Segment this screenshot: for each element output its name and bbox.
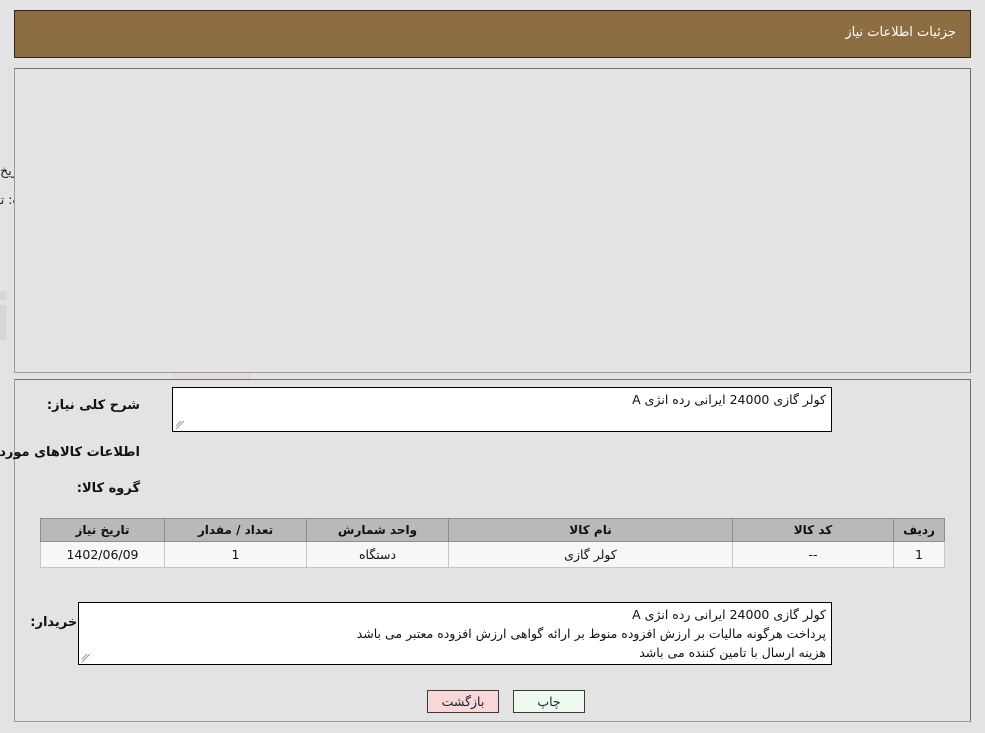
print-button[interactable]: چاپ (513, 690, 585, 713)
back-button[interactable]: بازگشت (427, 690, 499, 713)
th-unit: واحد شمارش (306, 518, 449, 542)
cell-qty: 1 (164, 541, 307, 568)
cell-code: -- (732, 541, 894, 568)
th-radif: ردیف (893, 518, 945, 542)
buyer-notes-textarea[interactable]: کولر گازی 24000 ایرانی رده انژی A پرداخت… (78, 602, 832, 665)
need-info-panel (14, 68, 971, 373)
resize-grip-icon (175, 420, 185, 430)
header-bar: جزئیات اطلاعات نیاز (14, 10, 971, 58)
page-root: AriaTender .net جزئیات اطلاعات نیاز شمار… (0, 0, 985, 733)
th-name: نام کالا (448, 518, 733, 542)
cell-radif: 1 (893, 541, 945, 568)
table-row: 1 -- کولر گازی دستگاه 1 1402/06/09 (40, 541, 945, 568)
th-code: کد کالا (732, 518, 894, 542)
th-need-date: تاریخ نیاز (40, 518, 165, 542)
goods-section-title: اطلاعات کالاهای مورد نیاز (0, 445, 140, 460)
cell-unit: دستگاه (306, 541, 449, 568)
buyer-note-line-3: هزینه ارسال با تامین کننده می باشد (639, 645, 826, 660)
buyer-note-line-1: کولر گازی 24000 ایرانی رده انژی A (632, 607, 826, 622)
goods-table: ردیف کد کالا نام کالا واحد شمارش تعداد /… (40, 518, 945, 568)
need-summary-textarea[interactable]: کولر گازی 24000 ایرانی رده انژی A (172, 387, 832, 432)
need-summary-value: کولر گازی 24000 ایرانی رده انژی A (632, 392, 826, 407)
cell-name: کولر گازی (448, 541, 733, 568)
cell-need-date: 1402/06/09 (40, 541, 165, 568)
table-header-row: ردیف کد کالا نام کالا واحد شمارش تعداد /… (40, 518, 945, 542)
th-qty: تعداد / مقدار (164, 518, 307, 542)
goods-group-label: گروه کالا: (76, 481, 140, 496)
buyer-note-line-2: پرداخت هرگونه مالیات بر ارزش افزوده منوط… (356, 626, 826, 641)
need-summary-label: شرح کلی نیاز: (46, 398, 140, 413)
page-title: جزئیات اطلاعات نیاز (845, 25, 956, 40)
